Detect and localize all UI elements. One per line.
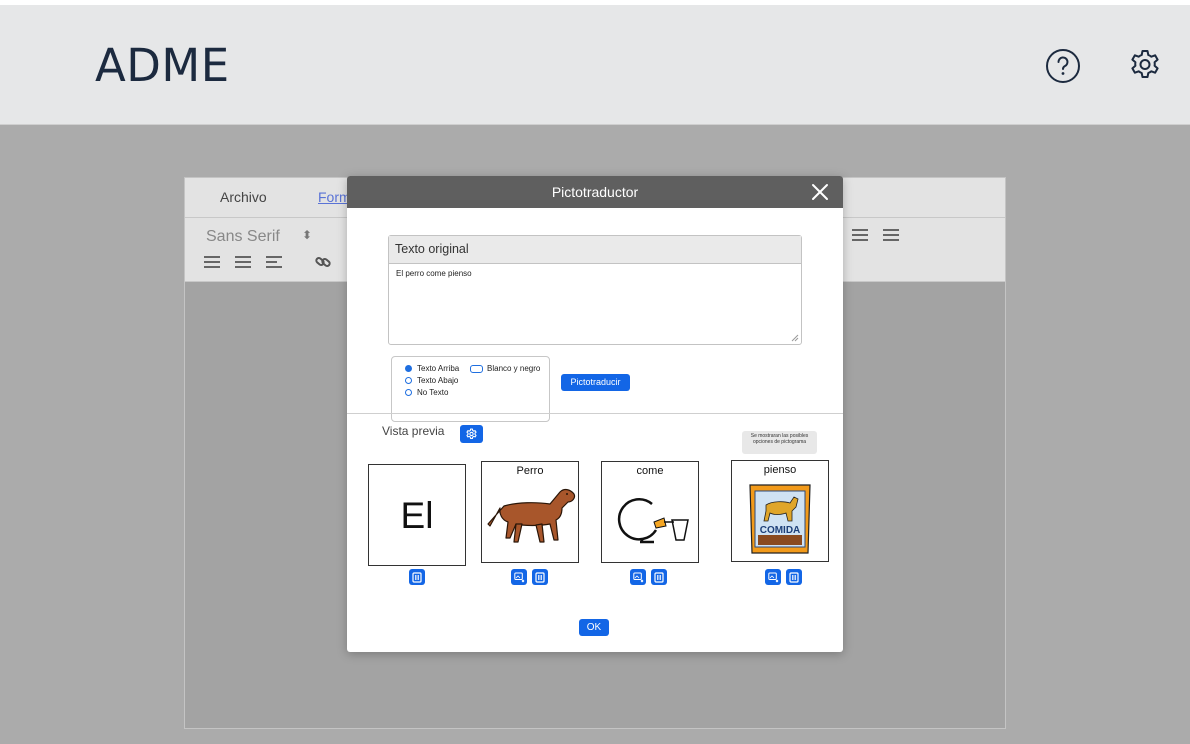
option-label: Texto Abajo [417, 376, 459, 385]
card-actions [630, 569, 667, 585]
toggle-icon[interactable] [470, 364, 483, 373]
pictogram-card-el[interactable]: El [368, 464, 466, 566]
change-pictogram-icon[interactable] [511, 569, 527, 585]
preview-label: Vista previa [382, 424, 445, 438]
option-texto-arriba[interactable]: Texto Arriba [405, 364, 459, 373]
delete-icon[interactable] [532, 569, 548, 585]
original-text-box: Texto original El perro come pienso [388, 235, 802, 345]
preview-settings-button[interactable] [460, 425, 483, 443]
resize-grip-icon[interactable] [789, 332, 799, 342]
indent-icon[interactable] [235, 256, 251, 268]
option-label: Texto Arriba [417, 364, 460, 373]
radio-icon[interactable] [405, 377, 412, 384]
card-word: El [400, 495, 434, 536]
card-word: pienso [763, 464, 797, 476]
pictogram-card-pienso[interactable]: pienso COMIDA [731, 460, 829, 562]
bullet-list-icon[interactable] [883, 229, 899, 241]
card-actions [409, 569, 425, 585]
app-header: ADME [0, 5, 1190, 125]
pictotraducir-button[interactable]: Pictotraducir [561, 374, 630, 391]
option-texto-abajo[interactable]: Texto Abajo [405, 376, 458, 385]
close-icon[interactable] [809, 181, 831, 203]
font-family-select[interactable]: Sans Serif [206, 228, 280, 246]
menu-archivo[interactable]: Archivo [220, 189, 267, 205]
change-pictogram-icon[interactable] [630, 569, 646, 585]
radio-icon[interactable] [405, 389, 412, 396]
dog-pictogram-icon [487, 488, 576, 543]
menu-formato[interactable]: Form [318, 189, 351, 205]
ordered-list-icon[interactable] [852, 229, 868, 241]
pictogram-card-come[interactable]: come [601, 461, 699, 563]
original-text-heading: Texto original [389, 236, 801, 264]
card-word: come [636, 465, 664, 477]
app-brand: ADME [95, 39, 230, 92]
original-text-input[interactable]: El perro come pienso [396, 269, 472, 278]
pictogram-card-perro[interactable]: Perro [481, 461, 579, 563]
delete-icon[interactable] [409, 569, 425, 585]
card-actions [765, 569, 802, 585]
gear-icon[interactable] [1126, 47, 1164, 85]
divider [347, 413, 843, 414]
delete-icon[interactable] [651, 569, 667, 585]
ok-button[interactable]: OK [579, 619, 609, 636]
dog-food-bag-pictogram-icon [749, 484, 811, 554]
option-no-texto[interactable]: No Texto [405, 388, 448, 397]
option-label: Blanco y negro [487, 364, 541, 373]
dialog-title: Pictotraductor [551, 184, 639, 200]
change-pictogram-icon[interactable] [765, 569, 781, 585]
option-blanco-negro[interactable]: Blanco y negro [470, 364, 540, 373]
help-icon[interactable] [1044, 47, 1082, 85]
card-word: Perro [516, 465, 544, 477]
option-label: No Texto [417, 388, 449, 397]
align-left-icon[interactable] [266, 256, 282, 268]
eating-pictogram-icon [617, 498, 689, 544]
delete-icon[interactable] [786, 569, 802, 585]
outdent-icon[interactable] [204, 256, 220, 268]
radio-selected-icon[interactable] [405, 365, 412, 372]
card-actions [511, 569, 548, 585]
dialog-header: Pictotraductor [347, 176, 843, 208]
link-icon[interactable] [315, 254, 331, 270]
gear-icon [466, 428, 477, 439]
pictogram-options-tooltip: Se mostraran las posibles opciones de pi… [742, 431, 817, 454]
pictotraductor-dialog: Pictotraductor Texto original El perro c… [347, 176, 843, 652]
select-caret-icon: ⬍ [302, 228, 313, 242]
bag-label: COMIDA [759, 525, 801, 536]
